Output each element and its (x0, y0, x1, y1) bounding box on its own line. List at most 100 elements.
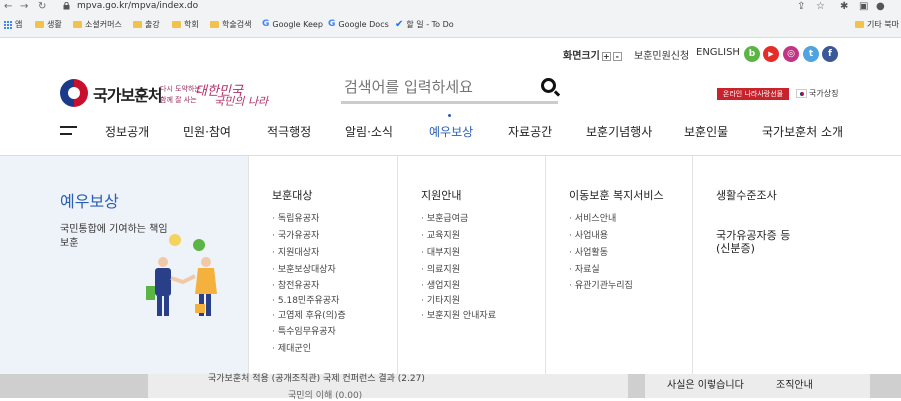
column-title[interactable]: 보훈대상 (272, 187, 312, 203)
apps-icon (4, 20, 12, 29)
bookmark-folder[interactable]: 출강 (133, 19, 160, 30)
gnb-item-events[interactable]: 보훈기념행사 (586, 123, 652, 140)
forward-icon[interactable]: → (20, 1, 28, 12)
column-title[interactable]: 지원안내 (421, 187, 461, 203)
menu-link[interactable]: 보훈급여금 (421, 211, 468, 224)
google-icon: G (328, 19, 336, 29)
twitter-icon[interactable]: t (803, 46, 819, 62)
facebook-icon[interactable]: f (822, 46, 838, 62)
menu-link[interactable]: 국가유공자 (272, 228, 319, 241)
menu-link[interactable]: 의료지원 (421, 262, 460, 275)
taegeuk-logo-icon[interactable] (60, 79, 88, 107)
menu-link[interactable]: 기타지원 (421, 293, 460, 306)
page-content-peek: 국가보훈처 적용 (공개조직관) 국제 컨퍼런스 결과 (2.27) 국민의 이… (0, 371, 901, 401)
bookmark-google-keep[interactable]: G Google Keep (262, 19, 323, 29)
mega-column-survey: 생활수준조사 국가유공자증 등 (신분증) (692, 156, 901, 375)
search-box (341, 74, 558, 104)
menu-link[interactable]: 유관기관누리집 (569, 278, 633, 291)
news-headline[interactable]: 국민의 이해 (0.00) (288, 388, 362, 401)
instagram-icon[interactable]: ◎ (783, 46, 799, 62)
zoom-control: 화면크기 + - (563, 47, 622, 62)
menu-link[interactable]: 5.18민주유공자 (272, 293, 339, 306)
zoom-out-button[interactable]: - (612, 51, 622, 61)
slogan-line2: 함께 잘 사는 (160, 96, 197, 104)
address-bar-row: ← → ↻ mpva.go.kr/mpva/index.do ⇪ ☆ ✱ ▣ ● (0, 0, 901, 14)
gnb-item-compensation[interactable]: 예우보상 (429, 123, 473, 140)
civil-request-link[interactable]: 보훈민원신청 (634, 47, 689, 62)
mega-menu: 예우보상 국민통합에 기여하는 책임보훈 보훈대상 독립유공자 국가유공자 지원… (0, 155, 901, 375)
folder-icon (35, 21, 44, 28)
back-icon[interactable]: ← (4, 1, 12, 12)
menu-link[interactable]: 자료실 (569, 262, 600, 275)
mega-column-support: 지원안내 보훈급여금 교육지원 대부지원 의료지원 생업지원 기타지원 보훈지원… (397, 156, 545, 375)
gnb-item-news[interactable]: 알림·소식 (345, 123, 393, 140)
fact-check-link[interactable]: 사실은 이렇습니다 (667, 376, 744, 391)
handshake-illustration-icon (146, 234, 217, 316)
bookmark-folder[interactable]: 학술검색 (210, 19, 251, 30)
menu-link[interactable]: 보훈보상대상자 (272, 262, 336, 275)
bookmark-folder[interactable]: 생활 (35, 19, 62, 30)
gnb-item-info[interactable]: 정보공개 (105, 123, 149, 140)
menu-link[interactable]: 제대군인 (272, 341, 311, 354)
menu-link[interactable]: 독립유공자 (272, 211, 319, 224)
star-icon[interactable]: ☆ (816, 1, 825, 12)
menu-link[interactable]: 고엽제 후유(의)증 (272, 308, 346, 321)
google-icon: G (262, 19, 270, 29)
folder-icon (210, 21, 219, 28)
gnb-item-persons[interactable]: 보훈인물 (684, 123, 728, 140)
folder-icon (73, 21, 82, 28)
check-icon: ✔ (395, 19, 404, 30)
bookmark-todo[interactable]: ✔ 할 일 - To Do (395, 19, 454, 30)
menu-icon[interactable] (60, 126, 77, 136)
folder-icon (133, 21, 142, 28)
mega-menu-intro: 예우보상 국민통합에 기여하는 책임보훈 (0, 156, 248, 375)
gnb-item-admin[interactable]: 적극행정 (267, 123, 311, 140)
profile-icon[interactable]: ● (876, 1, 885, 12)
menu-link[interactable]: 생업지원 (421, 278, 460, 291)
bookmark-folder[interactable]: 기타 북마 (855, 19, 899, 30)
url-text[interactable]: mpva.go.kr/mpva/index.do (77, 1, 198, 11)
organization-link[interactable]: 조직안내 (776, 376, 813, 391)
menu-link[interactable]: 교육지원 (421, 228, 460, 241)
gnb-item-about[interactable]: 국가보훈처 소개 (762, 123, 843, 140)
folder-icon (855, 21, 864, 28)
mega-column-targets: 보훈대상 독립유공자 국가유공자 지원대상자 보훈보상대상자 참전유공자 5.1… (248, 156, 397, 375)
flag-icon (796, 89, 807, 98)
share-icon[interactable]: ⇪ (797, 1, 805, 12)
menu-link[interactable]: 사업활동 (569, 245, 608, 258)
mega-menu-title: 예우보상 (60, 192, 119, 211)
sidepanel-icon[interactable]: ▣ (859, 1, 868, 12)
youtube-icon[interactable]: ▶ (763, 46, 779, 62)
search-input[interactable] (344, 76, 534, 98)
bookmark-folder[interactable]: 학회 (172, 19, 199, 30)
menu-link[interactable]: 서비스안내 (569, 211, 616, 224)
column-title[interactable]: 국가유공자증 등 (신분증) (716, 229, 806, 255)
english-link[interactable]: ENGLISH (696, 47, 740, 58)
mega-column-mobile-welfare: 이동보훈 복지서비스 서비스안내 사업내용 사업활동 자료실 유관기관누리집 (545, 156, 692, 375)
active-indicator-dot (448, 114, 451, 117)
blog-icon[interactable]: b (744, 46, 760, 62)
gnb-item-resources[interactable]: 자료공간 (508, 123, 552, 140)
menu-link[interactable]: 대부지원 (421, 245, 460, 258)
bookmark-folder[interactable]: 소셜커머스 (73, 19, 122, 30)
slogan-big2: 국민의 나라 (214, 95, 269, 108)
site-logo-text[interactable]: 국가보훈처 (93, 82, 163, 106)
bookmark-google-docs[interactable]: G Google Docs (328, 19, 389, 29)
menu-link[interactable]: 특수임무유공자 (272, 324, 336, 337)
search-icon[interactable] (541, 78, 556, 93)
news-headline[interactable]: 국가보훈처 적용 (공개조직관) 국제 컨퍼런스 결과 (2.27) (208, 371, 425, 384)
browser-chrome: ← → ↻ mpva.go.kr/mpva/index.do ⇪ ☆ ✱ ▣ ●… (0, 0, 901, 38)
menu-link[interactable]: 사업내용 (569, 228, 608, 241)
column-title[interactable]: 이동보훈 복지서비스 (569, 187, 664, 203)
menu-link[interactable]: 보훈지원 안내자료 (421, 308, 496, 321)
zoom-in-button[interactable]: + (601, 51, 611, 61)
extension-icon[interactable]: ✱ (840, 1, 848, 12)
column-title[interactable]: 생활수준조사 (716, 187, 777, 203)
gnb-item-civil[interactable]: 민원·참여 (183, 123, 231, 140)
bookmark-apps[interactable]: 앱 (4, 19, 22, 30)
reload-icon[interactable]: ↻ (38, 1, 46, 12)
national-symbol-link[interactable]: 국가상징 (796, 88, 838, 99)
menu-link[interactable]: 지원대상자 (272, 245, 319, 258)
online-gift-button[interactable]: 온라인 나라사랑선물 (717, 88, 789, 100)
menu-link[interactable]: 참전유공자 (272, 278, 319, 291)
